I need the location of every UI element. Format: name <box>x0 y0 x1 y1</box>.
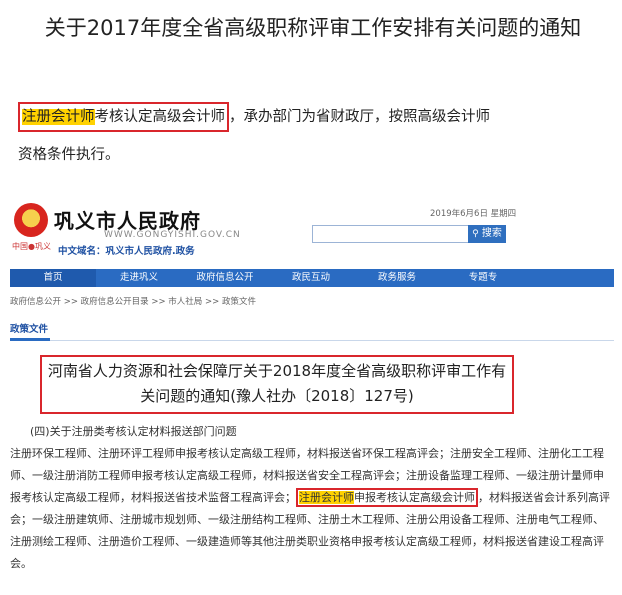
paragraph-rest-1: ，承办部门为省财政厅，按照高级会计师 <box>229 109 490 125</box>
emblem-label: 中国●巩义 <box>12 242 51 251</box>
article-paragraph: 注册会计师考核认定高级会计师 ，承办部门为省财政厅，按照高级会计师 资格条件执行。 <box>18 98 614 174</box>
site-url: WWW.GONGYISHI.GOV.CN <box>104 230 241 240</box>
section-title: 政策文件 <box>10 324 49 335</box>
nav-item-info-disclosure[interactable]: 政府信息公开 <box>182 269 268 287</box>
gov-screenshot: 中国●巩义 巩义市人民政府 WWW.GONGYISHI.GOV.CN 中文域名：… <box>10 195 614 595</box>
search-icon: ⚲ <box>472 229 479 239</box>
nav-item-topics[interactable]: 专题专 <box>440 269 526 287</box>
breadcrumb[interactable]: 政府信息公开 >> 政府信息公开目录 >> 市人社局 >> 政策文件 <box>10 295 256 307</box>
highlight-box-2: 注册会计师申报考核认定高级会计师 <box>296 488 478 507</box>
main-nav: 首页 走进巩义 政府信息公开 政民互动 政务服务 专题专 <box>10 269 614 287</box>
highlight-box: 注册会计师考核认定高级会计师 <box>18 102 229 132</box>
notice-body: 注册环保工程师、注册环评工程师申报考核认定高级工程师，材料报送省环保工程高评会；… <box>10 443 614 575</box>
search-button-label: 搜索 <box>481 228 502 239</box>
section-divider <box>10 340 614 341</box>
national-emblem-icon <box>14 203 48 237</box>
date-display: 2019年6月6日 星期四 <box>430 209 517 219</box>
highlight-text-2: 注册会计师 <box>299 491 354 504</box>
search-button[interactable]: ⚲ 搜索 <box>468 225 506 243</box>
article-title: 关于2017年度全省高级职称评审工作安排有关问题的通知 <box>44 16 582 40</box>
section-accent-bar <box>10 338 50 341</box>
paragraph-rest-2: 资格条件执行。 <box>18 147 120 163</box>
nav-item-about[interactable]: 走进巩义 <box>96 269 182 287</box>
nav-item-services[interactable]: 政务服务 <box>354 269 440 287</box>
nav-item-home[interactable]: 首页 <box>10 269 96 287</box>
subheading: (四)关于注册类考核认定材料报送部门问题 <box>30 425 237 438</box>
body-part-2: 申报考核认定高级会计师 <box>354 491 475 504</box>
search-input[interactable] <box>312 225 470 243</box>
exam-text: 考核认定高级会计师 <box>94 109 226 125</box>
nav-item-interaction[interactable]: 政民互动 <box>268 269 354 287</box>
article-section: 关于2017年度全省高级职称评审工作安排有关问题的通知 注册会计师考核认定高级会… <box>0 0 622 180</box>
site-domain: 中文域名：巩义市人民政府.政务 <box>58 246 195 257</box>
notice-title: 河南省人力资源和社会保障厅关于2018年度全省高级职称评审工作有关问题的通知(豫… <box>40 355 514 414</box>
gov-header: 中国●巩义 巩义市人民政府 WWW.GONGYISHI.GOV.CN 中文域名：… <box>10 195 614 269</box>
highlight-text: 注册会计师 <box>22 109 95 125</box>
